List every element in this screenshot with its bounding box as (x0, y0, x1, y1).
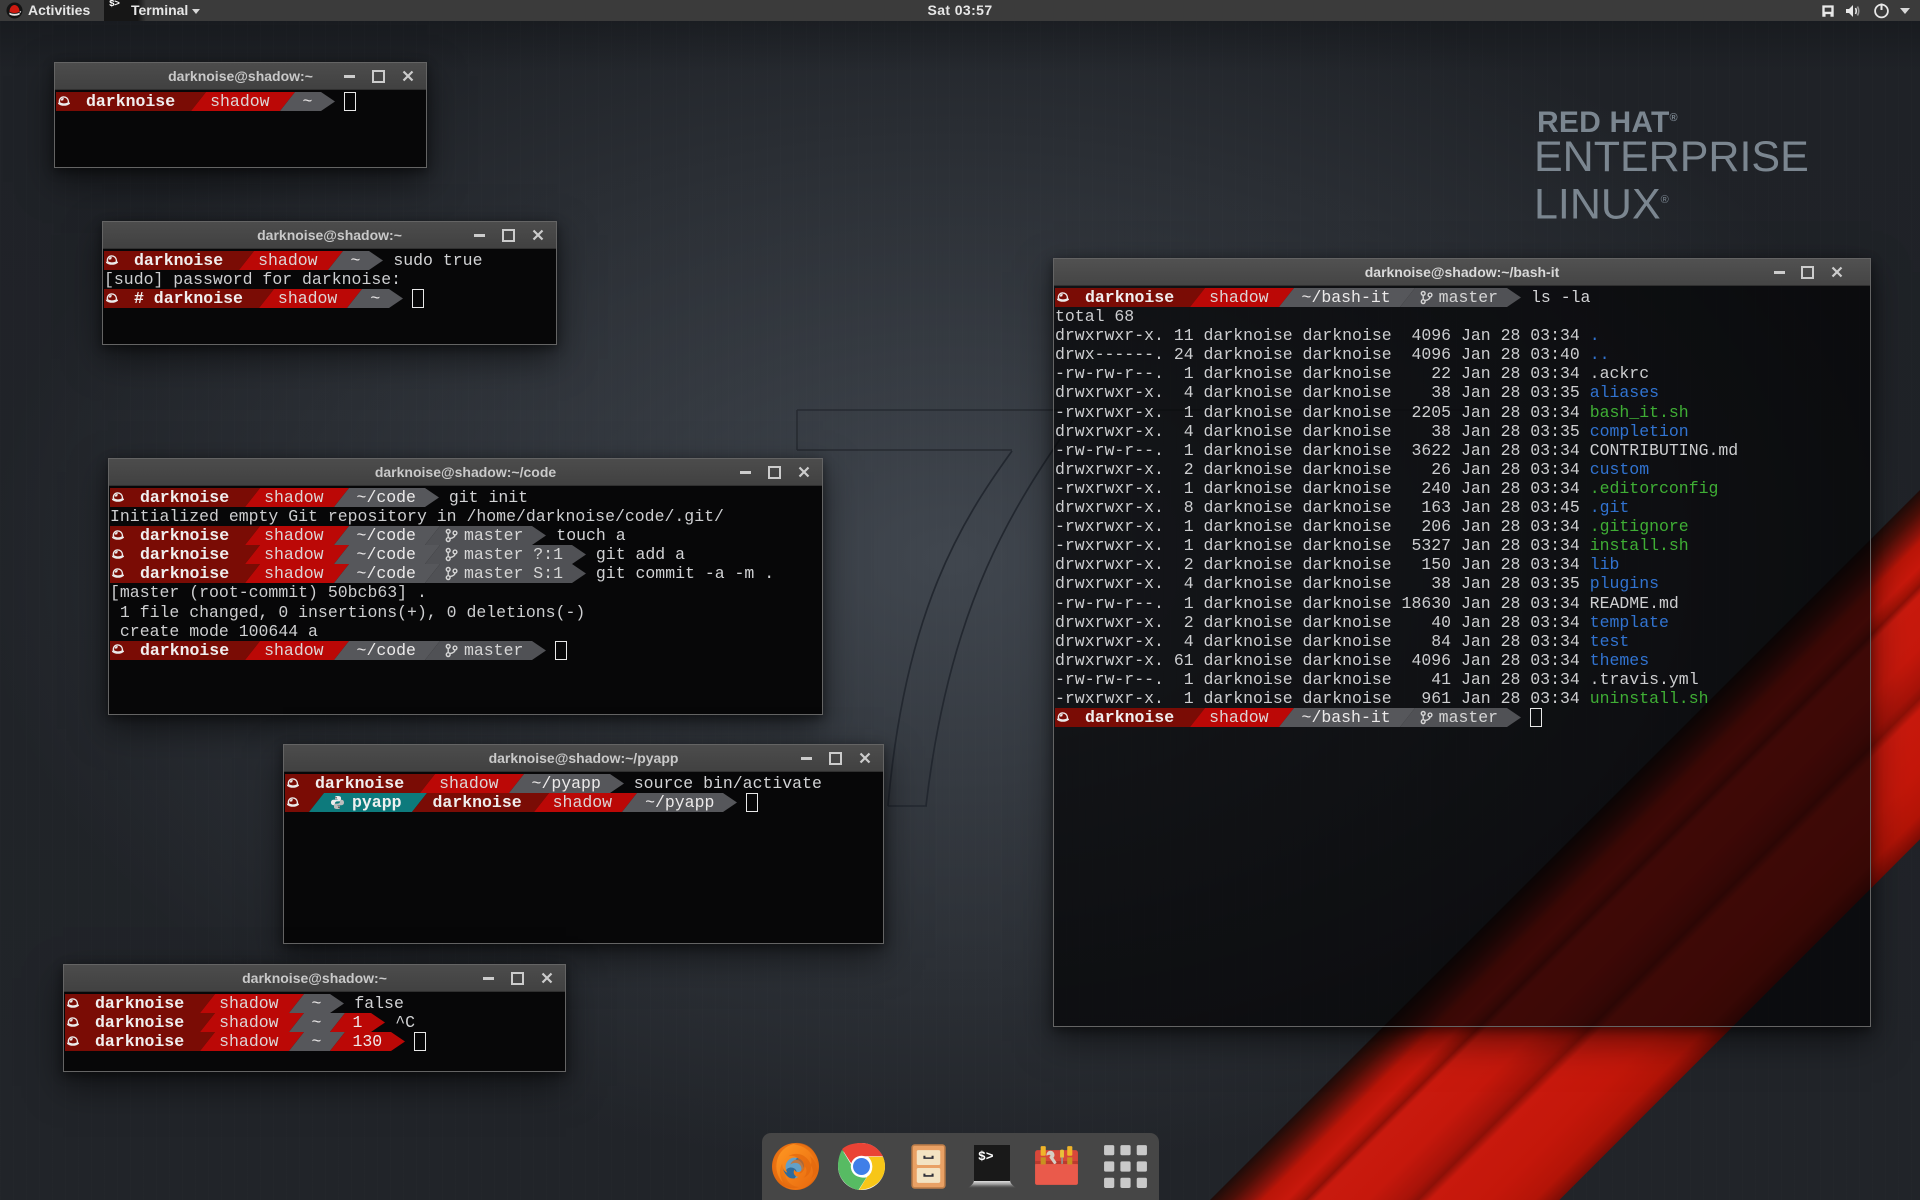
svg-text:$>: $> (978, 1149, 994, 1164)
